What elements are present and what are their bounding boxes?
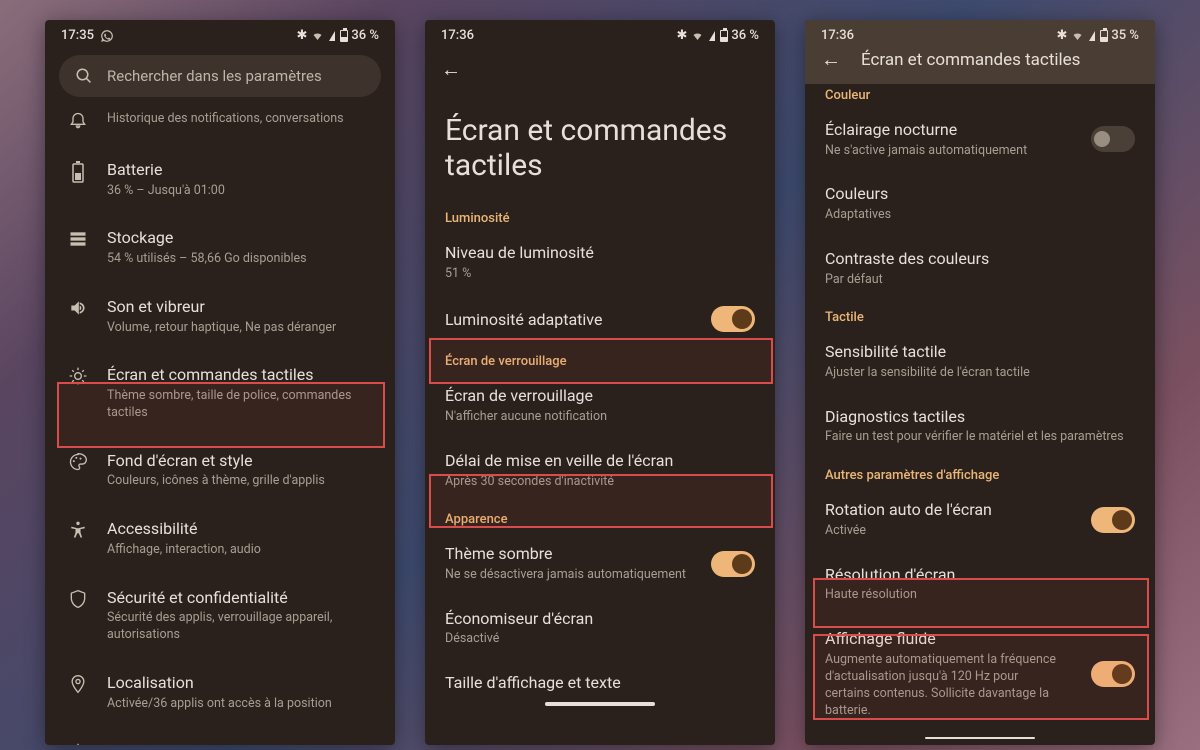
section-other: Autres paramètres d'affichage [805,458,1155,487]
bluetooth-icon: ✱ [297,28,308,43]
battery-pct: 35 % [1111,28,1139,43]
row-colors[interactable]: Couleurs Adaptatives [805,171,1155,235]
settings-item-storage[interactable]: Stockage54 % utilisés – 58,66 Go disponi… [45,213,395,281]
toggle-adaptive[interactable] [711,306,755,332]
row-contrast[interactable]: Contraste des couleurs Par défaut [805,236,1155,300]
location-icon [68,674,88,694]
nav-pill[interactable] [925,737,1035,739]
bluetooth-icon: ✱ [1057,28,1068,43]
battery-icon [720,30,728,42]
toggle-dark[interactable] [711,551,755,577]
settings-item-accessibility[interactable]: AccessibilitéAffichage, interaction, aud… [45,504,395,572]
back-icon[interactable]: ← [821,47,841,72]
back-icon[interactable]: ← [441,57,461,82]
search-placeholder: Rechercher dans les paramètres [107,67,322,85]
nav-pill[interactable] [545,702,655,706]
page-title: Écran et commandes tactiles [425,88,775,201]
row-dark-theme[interactable]: Thème sombre Ne se désactivera jamais au… [425,531,775,595]
section-lock: Écran de verrouillage [425,344,775,373]
status-bar: 17:36 ✱ 36 % [425,20,775,47]
toggle-rotation[interactable] [1091,507,1135,533]
phone-display-settings: 17:36 ✱ 36 % ← Écran et commandes tactil… [425,20,775,745]
wifi-icon [310,30,325,42]
battery-icon [1100,30,1108,42]
search-icon [75,67,93,85]
row-sensitivity[interactable]: Sensibilité tactile Ajuster la sensibili… [805,329,1155,393]
bluetooth-icon: ✱ [677,28,688,43]
status-bar: 17:35 ✱ 36 % [45,20,395,47]
row-resolution[interactable]: Résolution d'écran Haute résolution [805,552,1155,616]
search-input[interactable]: Rechercher dans les paramètres [59,55,381,97]
settings-item-notifications[interactable]: Historique des notifications, conversati… [45,109,395,145]
topbar: ← [425,47,775,88]
settings-item-wallpaper[interactable]: Fond d'écran et styleCouleurs, icônes à … [45,436,395,504]
topbar: ← Écran et commandes tactiles [805,47,1155,84]
item-sub: Historique des notifications, conversati… [107,111,377,128]
section-luminosite: Luminosité [425,201,775,230]
row-screensaver[interactable]: Économiseur d'écran Désactivé [425,596,775,660]
status-bar: 17:36 ✱ 35 % [805,20,1155,47]
settings-item-location[interactable]: LocalisationActivée/36 applis ont accès … [45,658,395,726]
palette-icon [68,452,88,472]
security-icon [68,589,88,609]
row-brightness[interactable]: Niveau de luminosité 51 % [425,230,775,294]
status-time: 17:36 [441,28,474,43]
row-adaptive-brightness[interactable]: Luminosité adaptative [425,294,775,344]
status-time: 17:36 [821,28,854,43]
sound-icon [68,298,88,318]
wifi-icon [690,30,705,42]
battery-icon [340,30,348,42]
status-time: 17:35 [61,28,94,43]
toggle-nightlight[interactable] [1091,126,1135,152]
battery-icon [71,161,85,183]
section-color: Couleur [805,84,1155,107]
wifi-icon [1070,30,1085,42]
display-icon [68,366,88,386]
section-tactile: Tactile [805,300,1155,329]
row-nightlight[interactable]: Éclairage nocturne Ne s'active jamais au… [805,107,1155,171]
battery-pct: 36 % [351,28,379,43]
toggle-smooth[interactable] [1091,661,1135,687]
emergency-icon [68,743,88,746]
row-textsize[interactable]: Taille d'affichage et texte [425,660,775,696]
whatsapp-icon [100,29,114,43]
signal-icon [1089,31,1095,41]
battery-pct: 36 % [731,28,759,43]
settings-item-emergency[interactable]: Sécurité et urgences [45,727,395,746]
settings-list: Historique des notifications, conversati… [45,109,395,745]
signal-icon [329,31,335,41]
section-appearance: Apparence [425,502,775,531]
settings-item-battery[interactable]: Batterie36 % – Jusqu'à 01:00 [45,145,395,213]
storage-icon [68,229,88,249]
settings-item-sound[interactable]: Son et vibreurVolume, retour haptique, N… [45,282,395,350]
accessibility-icon [68,520,88,540]
settings-item-security[interactable]: Sécurité et confidentialitéSécurité des … [45,573,395,658]
bell-icon [68,111,88,131]
settings-item-display[interactable]: Écran et commandes tactilesThème sombre,… [45,350,395,435]
row-smooth-display[interactable]: Affichage fluide Augmente automatiquemen… [805,616,1155,731]
row-rotation[interactable]: Rotation auto de l'écran Activée [805,487,1155,551]
phone-display-settings-2: 17:36 ✱ 35 % ← Écran et commandes tactil… [805,20,1155,745]
phone-settings-main: 17:35 ✱ 36 % Rechercher dans les paramèt… [45,20,395,745]
row-diagnostics[interactable]: Diagnostics tactiles Faire un test pour … [805,394,1155,458]
signal-icon [709,31,715,41]
row-lockscreen[interactable]: Écran de verrouillage N'afficher aucune … [425,373,775,437]
page-title: Écran et commandes tactiles [861,50,1080,70]
row-screen-timeout[interactable]: Délai de mise en veille de l'écran Après… [425,438,775,502]
